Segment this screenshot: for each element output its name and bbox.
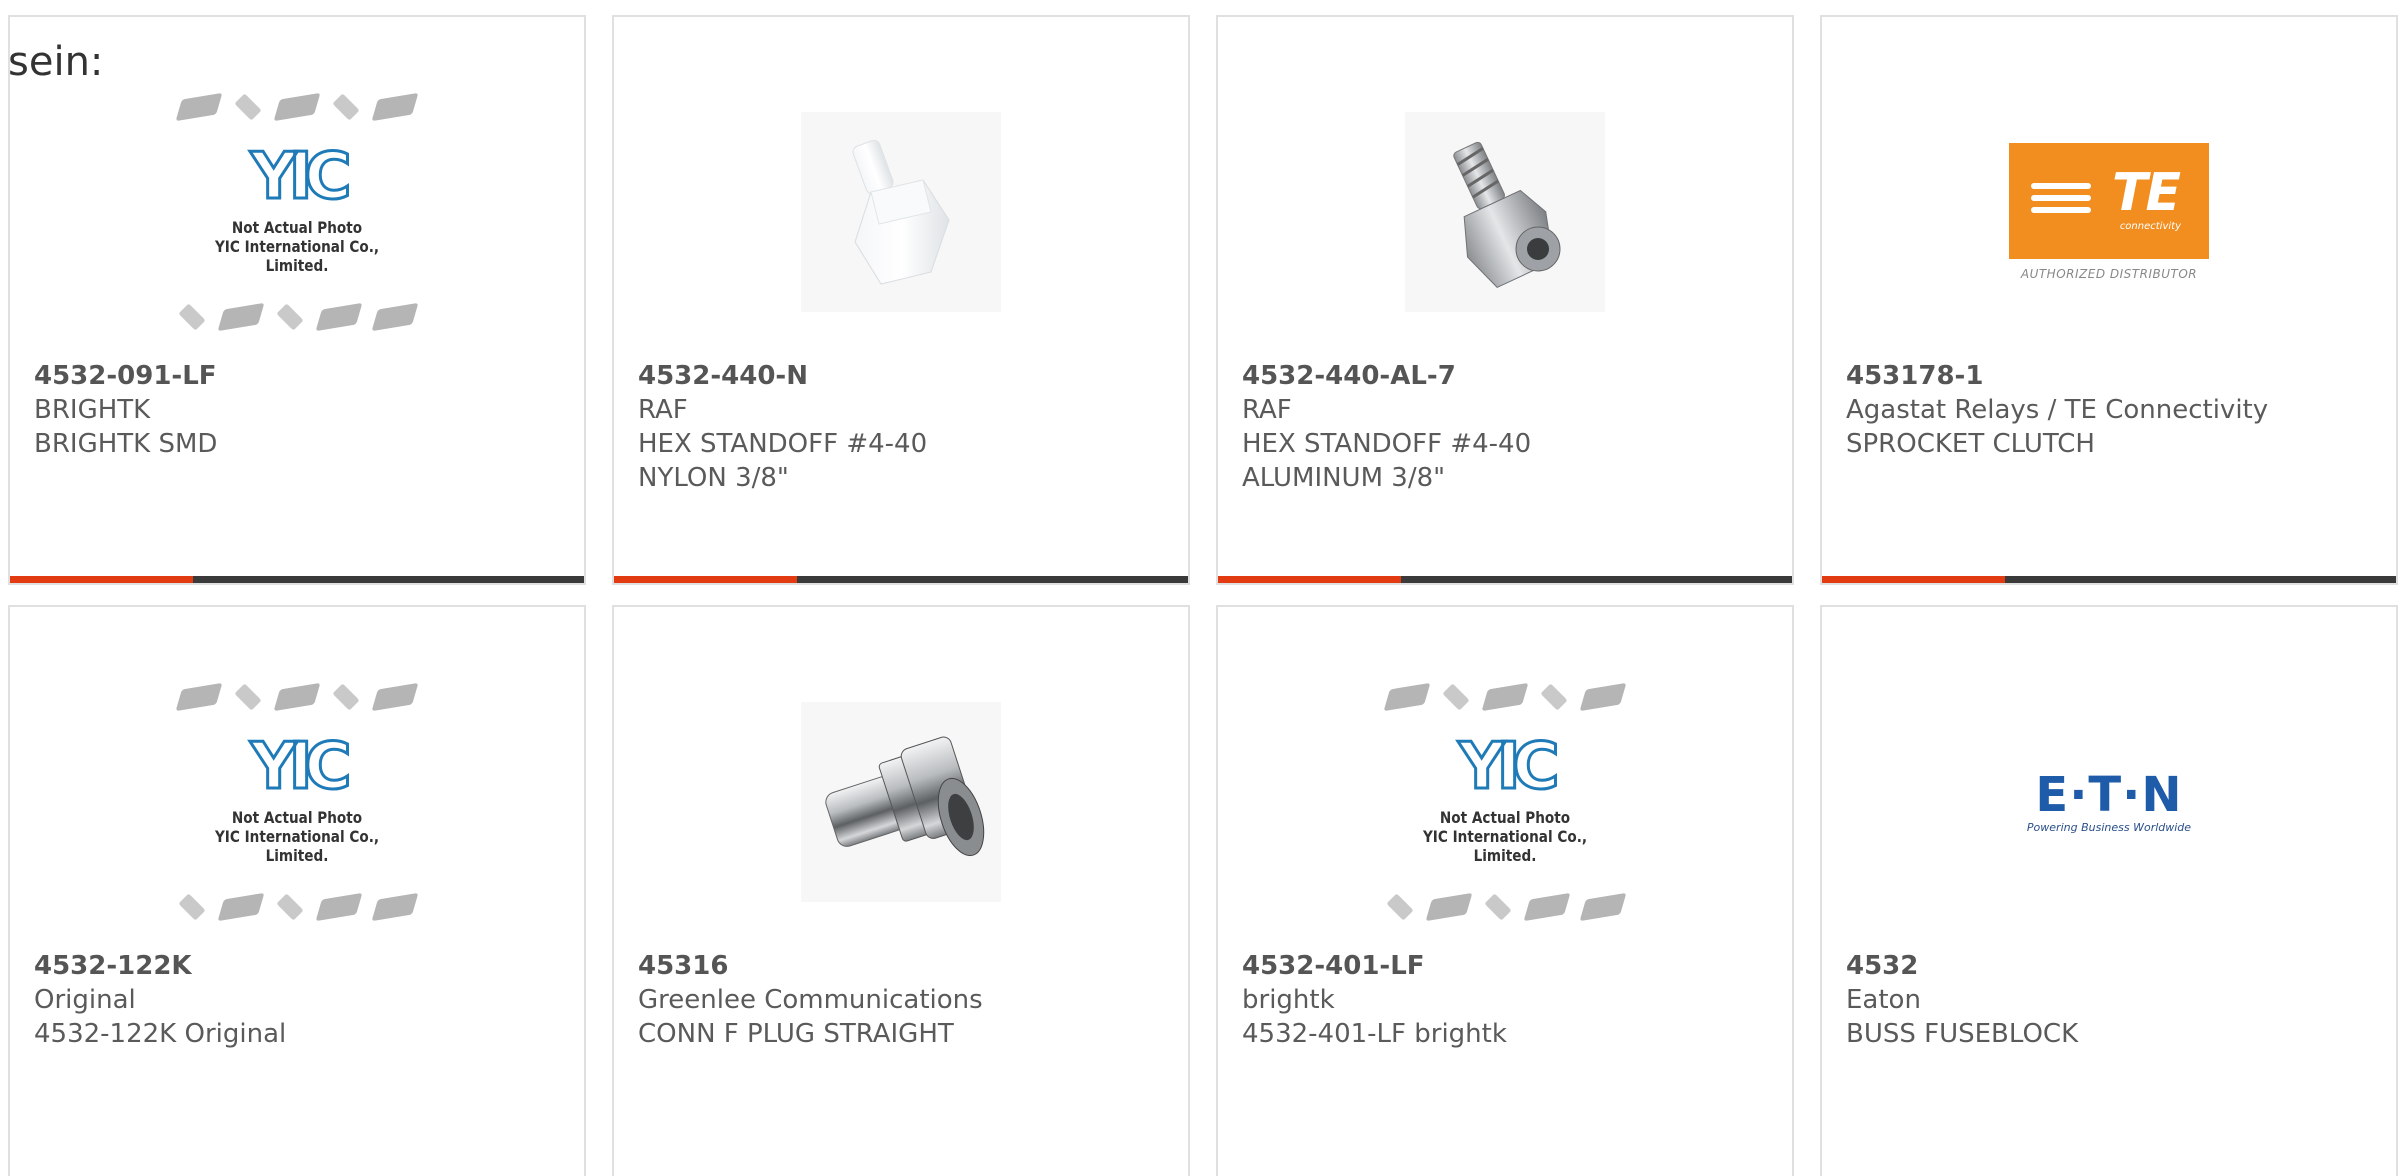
card-bottom-bar	[1822, 576, 2396, 583]
product-card[interactable]: 4532-440-AL-7 RAF HEX STANDOFF #4-40 ALU…	[1216, 15, 1794, 585]
manufacturer-name: Greenlee Communications	[638, 985, 983, 1015]
product-image[interactable]: YIC Not Actual Photo YIC International C…	[10, 652, 584, 952]
part-description: HEX STANDOFF #4-40 ALUMINUM 3/8"	[1242, 429, 1532, 493]
manufacturer-name: Agastat Relays / TE Connectivity	[1846, 395, 2269, 425]
part-number-link[interactable]: 453178-1	[1846, 359, 2372, 393]
te-logo-sub: connectivity	[2119, 221, 2181, 232]
product-image[interactable]	[614, 652, 1188, 952]
truncated-text-fragment: sein:	[8, 39, 104, 85]
card-accent-bar	[10, 576, 193, 583]
card-accent-bar	[1218, 576, 1401, 583]
te-logo-word: TE	[2112, 163, 2181, 223]
manufacturer-name: RAF	[638, 395, 688, 425]
yic-company-label: YIC International Co., Limited.	[214, 827, 380, 865]
authorized-distributor-label: AUTHORIZED DISTRIBUTOR	[2020, 267, 2198, 281]
yic-company-label: YIC International Co., Limited.	[1422, 827, 1588, 865]
card-bottom-bar	[10, 576, 584, 583]
not-actual-photo-label: Not Actual Photo	[231, 808, 363, 827]
f-connector-photo	[801, 702, 1001, 902]
card-bottom-bar	[1218, 576, 1792, 583]
card-bottom-bar	[614, 576, 1188, 583]
yic-placeholder-image: YIC Not Actual Photo YIC International C…	[1370, 672, 1640, 932]
eaton-logo: E·T·N Powering Business Worldwide	[2009, 771, 2209, 834]
yic-placeholder-image: YIC Not Actual Photo YIC International C…	[162, 82, 432, 342]
not-actual-photo-label: Not Actual Photo	[231, 218, 363, 237]
card-accent-bar	[614, 576, 797, 583]
part-number-link[interactable]: 4532-440-AL-7	[1242, 359, 1768, 393]
manufacturer-name: Eaton	[1846, 985, 1921, 1015]
part-number-link[interactable]: 4532-122K	[34, 949, 560, 983]
eaton-logo-word: E·T·N	[2035, 766, 2183, 823]
part-description: BRIGHTK SMD	[34, 429, 218, 459]
eaton-tagline: Powering Business Worldwide	[2026, 820, 2192, 834]
not-actual-photo-label: Not Actual Photo	[1439, 808, 1571, 827]
part-description: CONN F PLUG STRAIGHT	[638, 1019, 954, 1049]
part-number-link[interactable]: 45316	[638, 949, 1164, 983]
product-card[interactable]: YIC Not Actual Photo YIC International C…	[8, 605, 586, 1176]
manufacturer-name: BRIGHTK	[34, 395, 151, 425]
yic-logo: YIC	[249, 730, 353, 804]
card-accent-bar	[1822, 576, 2005, 583]
product-image[interactable]	[1218, 62, 1792, 362]
product-image[interactable]: E·T·N Powering Business Worldwide	[1822, 652, 2396, 952]
manufacturer-name: Original	[34, 985, 136, 1015]
part-description: 4532-122K Original	[34, 1019, 287, 1049]
aluminum-standoff-photo	[1405, 112, 1605, 312]
part-number-link[interactable]: 4532-401-LF	[1242, 949, 1768, 983]
part-number-link[interactable]: 4532-091-LF	[34, 359, 560, 393]
product-image[interactable]	[614, 62, 1188, 362]
manufacturer-name: RAF	[1242, 395, 1292, 425]
part-description: HEX STANDOFF #4-40 NYLON 3/8"	[638, 429, 928, 493]
part-description: SPROCKET CLUTCH	[1846, 429, 2095, 459]
yic-placeholder-image: YIC Not Actual Photo YIC International C…	[162, 672, 432, 932]
part-description: 4532-401-LF brightk	[1242, 1019, 1507, 1049]
nylon-standoff-photo	[801, 112, 1001, 312]
product-card[interactable]: YIC Not Actual Photo YIC International C…	[8, 15, 586, 585]
yic-logo: YIC	[249, 140, 353, 214]
yic-company-label: YIC International Co., Limited.	[214, 237, 380, 275]
part-description: BUSS FUSEBLOCK	[1846, 1019, 2079, 1049]
product-image[interactable]: TE connectivity AUTHORIZED DISTRIBUTOR	[1822, 62, 2396, 362]
product-image[interactable]: YIC Not Actual Photo YIC International C…	[10, 62, 584, 362]
product-card[interactable]: YIC Not Actual Photo YIC International C…	[1216, 605, 1794, 1176]
product-card[interactable]: TE connectivity AUTHORIZED DISTRIBUTOR 4…	[1820, 15, 2398, 585]
yic-logo: YIC	[1457, 730, 1561, 804]
product-card[interactable]: 4532-440-N RAF HEX STANDOFF #4-40 NYLON …	[612, 15, 1190, 585]
manufacturer-name: brightk	[1242, 985, 1335, 1015]
product-image[interactable]: YIC Not Actual Photo YIC International C…	[1218, 652, 1792, 952]
part-number-link[interactable]: 4532	[1846, 949, 2372, 983]
part-number-link[interactable]: 4532-440-N	[638, 359, 1164, 393]
product-card[interactable]: E·T·N Powering Business Worldwide 4532 E…	[1820, 605, 2398, 1176]
te-connectivity-logo: TE connectivity AUTHORIZED DISTRIBUTOR	[2009, 143, 2209, 281]
product-card[interactable]: 45316 Greenlee Communications CONN F PLU…	[612, 605, 1190, 1176]
